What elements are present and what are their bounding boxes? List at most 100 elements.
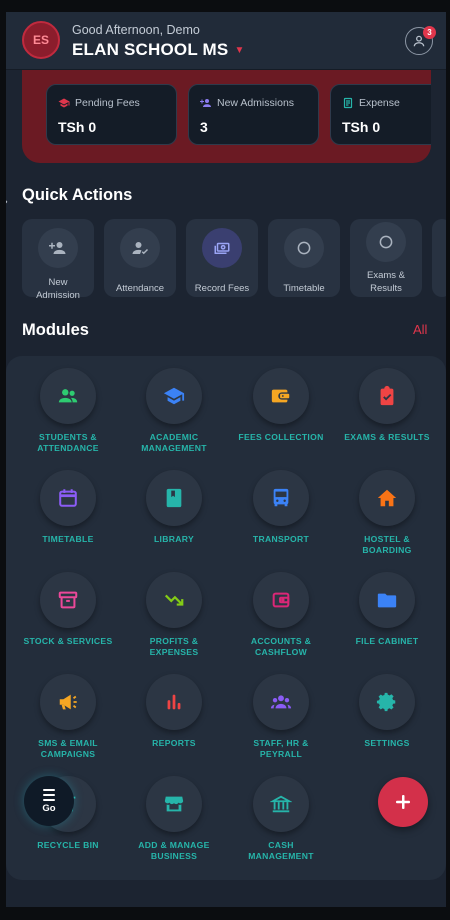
module-label: RECYCLE BIN — [10, 840, 126, 851]
app-screen: ES Good Afternoon, Demo ELAN SCHOOL MS ▼… — [6, 12, 446, 907]
house-icon — [377, 489, 397, 507]
module-transport[interactable]: TRANSPORT — [227, 470, 333, 566]
label-line: SETTINGS — [364, 738, 410, 748]
megaphone-icon — [59, 694, 77, 710]
graduation-cap-icon — [163, 387, 185, 405]
wallet-icon — [272, 592, 290, 608]
stat-card-expense[interactable]: Expense TSh 0 — [330, 84, 431, 145]
menu-icon — [43, 789, 55, 801]
module-label: STUDENTS & ATTENDANCE — [10, 432, 126, 454]
module-exams-results[interactable]: EXAMS & RESULTS — [333, 368, 439, 464]
stat-card-new-admissions[interactable]: New Admissions 3 — [188, 84, 319, 145]
module-label: FEES COLLECTION — [223, 432, 339, 443]
label-line: TIMETABLE — [42, 534, 94, 544]
quick-action-icon-wrap — [284, 228, 324, 268]
module-label: TIMETABLE — [10, 534, 126, 545]
module-icon-circle — [146, 572, 202, 628]
module-label: TRANSPORT — [223, 534, 339, 545]
label-line: STOCK & SERVICES — [23, 636, 113, 646]
chevron-down-icon: ▼ — [234, 44, 245, 56]
graduation-cap-icon — [58, 98, 70, 108]
bar-chart-icon — [167, 694, 181, 710]
module-settings[interactable]: SETTINGS — [333, 674, 439, 770]
module-students-attendance[interactable]: STUDENTS & ATTENDANCE — [14, 368, 120, 464]
label-line: RECYCLE BIN — [37, 840, 99, 850]
greeting-text: Good Afternoon, Demo — [72, 23, 200, 37]
label-line: CASH — [268, 840, 294, 850]
label-line: TRANSPORT — [252, 534, 310, 544]
go-label: Go — [42, 803, 56, 814]
quick-action-record-fees[interactable]: Record Fees — [186, 219, 258, 297]
chevron-right-icon: › — [6, 196, 8, 208]
stat-label: Expense — [359, 97, 400, 109]
quick-action-attendance[interactable]: Attendance — [104, 219, 176, 297]
module-label: STAFF, HR & PEYRALL — [223, 738, 339, 760]
module-library[interactable]: LIBRARY — [120, 470, 226, 566]
module-accounts-cashflow[interactable]: ACCOUNTS & CASHFLOW — [227, 572, 333, 668]
module-icon-circle — [253, 674, 309, 730]
module-timetable[interactable]: TIMETABLE — [14, 470, 120, 566]
label-line: ADD & MANAGE — [138, 840, 210, 850]
module-icon-circle — [40, 368, 96, 424]
school-logo[interactable]: ES — [22, 21, 60, 59]
label-line: CAMPAIGNS — [40, 749, 96, 759]
module-cash-management[interactable]: CASH MANAGEMENT — [227, 776, 333, 872]
stat-value: 3 — [200, 119, 208, 135]
module-staff-hr-payroll[interactable]: STAFF, HR & PEYRALL — [227, 674, 333, 770]
module-stock-services[interactable]: STOCK & SERVICES — [14, 572, 120, 668]
quick-action-label: New Admission — [22, 276, 94, 302]
label-line: STAFF, HR & — [253, 738, 309, 748]
all-modules-link[interactable]: All — [413, 322, 427, 337]
module-icon-circle — [40, 470, 96, 526]
label-line: Admission — [36, 290, 80, 301]
stat-value: TSh 0 — [342, 119, 381, 135]
quick-action-icon-wrap — [120, 228, 160, 268]
quick-action-label: Timetable — [283, 283, 325, 294]
module-icon-circle — [359, 368, 415, 424]
label-line: CASHFLOW — [254, 647, 308, 657]
module-label: SMS & EMAIL CAMPAIGNS — [10, 738, 126, 760]
circle-icon — [297, 241, 311, 255]
module-label: REPORTS — [116, 738, 232, 749]
label-line: MANAGEMENT — [141, 443, 207, 453]
quick-action-overflow[interactable] — [432, 219, 446, 297]
school-switcher[interactable]: ELAN SCHOOL MS ▼ — [72, 40, 245, 60]
person-add-icon — [49, 242, 66, 254]
book-icon — [166, 488, 182, 508]
module-sms-email-campaigns[interactable]: SMS & EMAIL CAMPAIGNS — [14, 674, 120, 770]
app-header: ES Good Afternoon, Demo ELAN SCHOOL MS ▼… — [6, 12, 446, 70]
stat-label: New Admissions — [217, 97, 295, 109]
module-hostel-boarding[interactable]: HOSTEL & BOARDING — [333, 470, 439, 566]
module-icon-circle — [40, 572, 96, 628]
label-line: STUDENTS & — [39, 432, 97, 442]
module-icon-circle — [253, 776, 309, 832]
module-fees-collection[interactable]: FEES COLLECTION — [227, 368, 333, 464]
trending-down-icon — [164, 594, 184, 606]
quick-action-label: Record Fees — [194, 283, 250, 294]
module-profits-expenses[interactable]: PROFITS & EXPENSES — [120, 572, 226, 668]
quick-action-icon-wrap — [202, 228, 242, 268]
quick-action-label: Exams & Results — [350, 269, 422, 295]
go-menu-button[interactable]: Go — [24, 776, 74, 826]
module-file-cabinet[interactable]: FILE CABINET — [333, 572, 439, 668]
stat-label: Pending Fees — [75, 97, 140, 109]
wallet-icon — [271, 389, 290, 403]
quick-action-icon-wrap — [366, 222, 406, 262]
label-line: FEES COLLECTION — [238, 432, 324, 442]
quick-action-exams-results[interactable]: Exams & Results — [350, 219, 422, 297]
bank-icon — [270, 795, 292, 813]
label-line: New — [48, 277, 68, 288]
person-add-icon — [200, 99, 211, 107]
module-add-manage-business[interactable]: ADD & MANAGE BUSINESS — [120, 776, 226, 872]
add-fab-button[interactable] — [378, 777, 428, 827]
stat-card-pending-fees[interactable]: Pending Fees TSh 0 — [46, 84, 177, 145]
module-reports[interactable]: REPORTS — [120, 674, 226, 770]
plus-icon — [396, 795, 410, 809]
module-icon-circle — [359, 572, 415, 628]
module-icon-circle — [146, 776, 202, 832]
module-label: SETTINGS — [329, 738, 445, 749]
quick-action-new-admission[interactable]: New Admission — [22, 219, 94, 301]
label-line: EXPENSES — [149, 647, 199, 657]
quick-action-timetable[interactable]: Timetable — [268, 219, 340, 297]
module-academic-management[interactable]: ACADEMIC MANAGEMENT — [120, 368, 226, 464]
